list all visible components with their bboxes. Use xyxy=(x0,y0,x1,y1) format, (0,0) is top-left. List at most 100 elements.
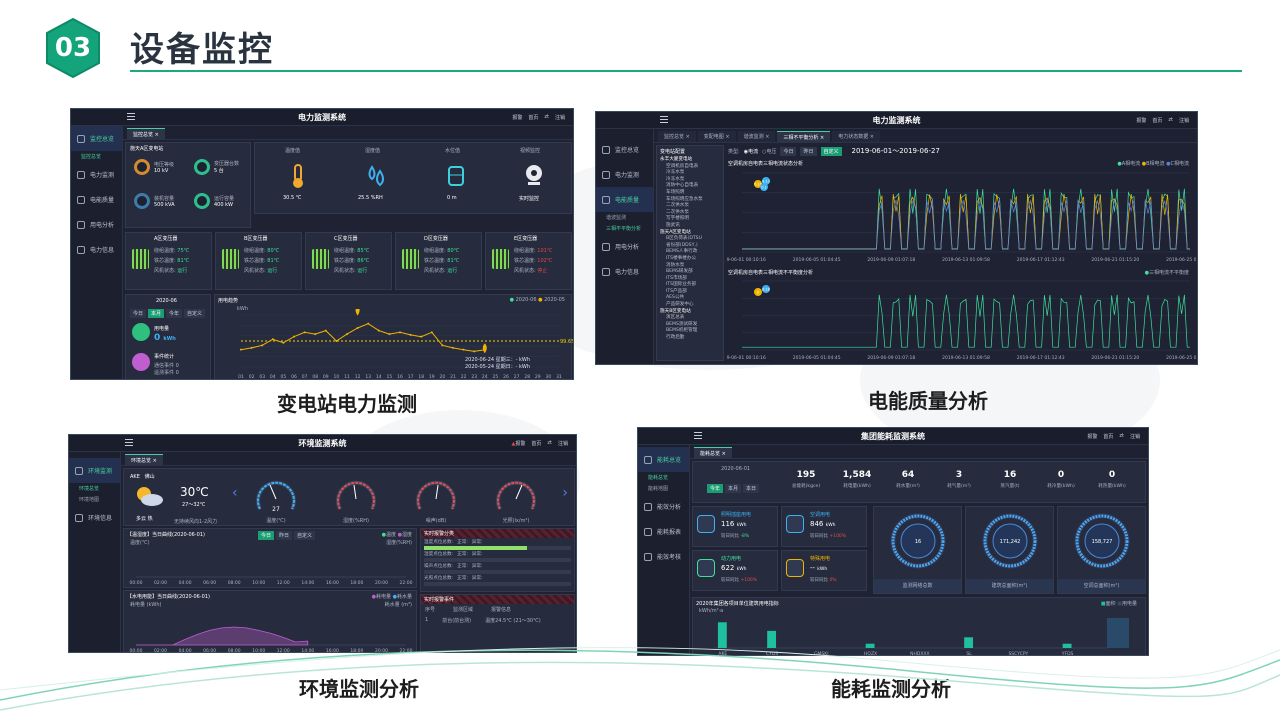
tab-overview[interactable]: 监控总览 × xyxy=(658,131,696,142)
period-month[interactable]: 本月 xyxy=(725,484,742,493)
alarm-link[interactable]: 报警 xyxy=(1087,433,1097,440)
tree-item[interactable]: 演区总表 xyxy=(657,315,723,322)
sidebar-item-analysis[interactable]: 能效分析 xyxy=(638,494,689,519)
next-arrow-icon[interactable]: › xyxy=(562,485,568,501)
energy-card[interactable]: 动力用电 622 kWh 较日同比 +100% xyxy=(692,550,778,591)
tree-item[interactable]: ITS国际业务部 xyxy=(657,282,723,289)
sidebar-subitem-overview[interactable]: 监控总览 xyxy=(71,151,122,162)
user-link[interactable]: zt xyxy=(1119,433,1124,440)
period-yesterday[interactable]: 昨日 xyxy=(276,531,293,540)
sidebar-subitem-map[interactable]: 环境地图 xyxy=(69,494,120,505)
tab-overview[interactable]: 环境总览 × xyxy=(125,454,163,465)
alarm-link[interactable]: 报警 xyxy=(512,114,522,121)
tab-diagram[interactable]: 变配电图 × xyxy=(697,131,736,142)
tab-imbalance[interactable]: 三相不平衡分析 × xyxy=(777,131,831,142)
energy-card[interactable]: 空调用电 846 kWh 较日同比 +100% xyxy=(781,506,867,547)
tree-item[interactable]: 行政后勤 xyxy=(657,335,723,342)
home-link[interactable]: 首页 xyxy=(1103,433,1113,440)
tree-item[interactable]: 永丰大厦变电站 xyxy=(657,157,723,164)
period-year[interactable]: 今年 xyxy=(707,484,724,493)
sidebar-item-info[interactable]: 电力信息 xyxy=(71,237,122,262)
sidebar-subitem-overview[interactable]: 能耗总览 xyxy=(638,472,689,483)
energy-card[interactable]: 照明插座用电 116 kWh 较日同比 -8% xyxy=(692,506,778,547)
data-point xyxy=(261,344,264,347)
period-yesterday[interactable]: 昨日 xyxy=(800,146,817,156)
tab-overview[interactable]: 监控总览 × xyxy=(127,128,165,139)
sidebar-item-analysis[interactable]: 用电分析 xyxy=(596,234,653,259)
info-icon xyxy=(75,513,83,522)
tree-item[interactable]: 写字楼照明 xyxy=(657,216,723,223)
tree-item[interactable]: BEMS研发部 xyxy=(657,269,723,276)
tree-item[interactable]: 产品研发中心 xyxy=(657,302,723,309)
sidebar-item-assessment[interactable]: 能效考核 xyxy=(638,544,689,569)
weather-range: 27～32℃ xyxy=(182,502,206,508)
sidebar-subitem-imbalance[interactable]: 三相不平衡分析 xyxy=(596,223,653,234)
transformer-row: A区变压器 绕组温度: 75℃ 铁芯温度: 81℃ 风机状态: 运行 B区变压器… xyxy=(125,232,573,290)
user-link[interactable]: zt xyxy=(544,114,549,121)
transformer-card[interactable]: B区变压器 绕组温度: 80℃ 铁芯温度: 81℃ 风机状态: 运行 xyxy=(215,232,302,290)
sidebar-item-info[interactable]: 电力信息 xyxy=(596,259,653,284)
user-link[interactable]: zt xyxy=(1168,117,1173,124)
tree-item[interactable]: ITS楼事楼办公 xyxy=(657,256,723,263)
sidebar-subitem-harmonic[interactable]: 谐波监测 xyxy=(596,212,653,223)
sidebar-item-quality[interactable]: 电能质量 xyxy=(596,187,653,212)
transformer-card[interactable]: A区变压器 绕组温度: 75℃ 铁芯温度: 81℃ 风机状态: 运行 xyxy=(125,232,212,290)
period-custom[interactable]: 自定义 xyxy=(820,146,842,156)
type-current-radio[interactable]: ◉电流 xyxy=(744,148,758,155)
sidebar-subitem-overview[interactable]: 环境总览 xyxy=(69,483,120,494)
transformer-card[interactable]: C区变压器 绕组温度: 85℃ 铁芯温度: 86℃ 风机状态: 运行 xyxy=(305,232,392,290)
data-point xyxy=(324,329,327,332)
tab-status[interactable]: 电力状态数据 × xyxy=(832,131,880,142)
tree-item[interactable]: B区负荷表(DTSU xyxy=(657,236,723,243)
tab-overview[interactable]: 能耗总览 × xyxy=(694,447,732,458)
lightning-icon xyxy=(786,559,804,577)
tree-item[interactable]: 消防中心自电表 xyxy=(657,183,723,190)
period-year[interactable]: 今年 xyxy=(166,309,183,318)
logout-link[interactable]: 注销 xyxy=(1130,433,1140,440)
tree-item[interactable]: 施武讯 xyxy=(657,223,723,230)
alarm-link[interactable]: 报警 xyxy=(1136,117,1146,124)
prev-arrow-icon[interactable]: ‹ xyxy=(232,485,238,501)
energy-card[interactable]: 特殊用电 -- kWh 较日同比 0% xyxy=(781,550,867,591)
sidebar-item-env[interactable]: 环境监测 xyxy=(69,458,120,483)
home-link[interactable]: 首页 xyxy=(531,440,541,447)
period-today[interactable]: 今日 xyxy=(258,531,275,540)
sidebar-item-overview[interactable]: 监控总览 xyxy=(71,126,122,151)
period-custom[interactable]: 自定义 xyxy=(184,309,206,318)
video-monitor-link[interactable]: 实时监控 xyxy=(519,195,539,202)
period-month[interactable]: 本月 xyxy=(148,309,165,318)
max-marker-icon xyxy=(355,309,360,316)
logout-link[interactable]: 注销 xyxy=(555,114,565,121)
logout-link[interactable]: 注销 xyxy=(558,440,568,447)
sidebar-item-power[interactable]: 电力监测 xyxy=(71,162,122,187)
transformer-card[interactable]: E区变压器 绕组温度: 101℃ 铁芯温度: 102℃ 风机状态: 停止 xyxy=(485,232,572,290)
type-voltage-radio[interactable]: ○电压 xyxy=(762,148,776,155)
transformer-card[interactable]: D区变压器 绕组温度: 80℃ 铁芯温度: 81℃ 风机状态: 运行 xyxy=(395,232,482,290)
tree-item[interactable]: 冷冻水泵 xyxy=(657,170,723,177)
period-today[interactable]: 今日 xyxy=(130,309,147,318)
top-bar: 环境监测系统 ▲报警 首页 zt 注销 xyxy=(69,435,576,452)
period-custom[interactable]: 自定义 xyxy=(294,531,316,540)
logout-link[interactable]: 注销 xyxy=(1179,117,1189,124)
tab-harmonic[interactable]: 谐波监测 × xyxy=(737,131,776,142)
tree-item[interactable]: 二次供水泵 xyxy=(657,203,723,210)
home-link[interactable]: 首页 xyxy=(1152,117,1162,124)
sidebar-item-overview[interactable]: 监控总览 xyxy=(596,137,653,162)
sidebar-item-info[interactable]: 环境信息 xyxy=(69,505,120,530)
value-marker-label: 0 xyxy=(757,291,759,295)
x-tick-label: 20 xyxy=(440,374,446,380)
period-today[interactable]: 今日 xyxy=(780,146,797,156)
period-day[interactable]: 本日 xyxy=(743,484,760,493)
sidebar-item-report[interactable]: 能耗报表 xyxy=(638,519,689,544)
sidebar-item-quality[interactable]: 电能质量 xyxy=(71,187,122,212)
tree-item[interactable]: 车场照明 xyxy=(657,190,723,197)
sidebar-subitem-map[interactable]: 能耗地图 xyxy=(638,483,689,494)
sidebar-item-overview[interactable]: 能耗总览 xyxy=(638,447,689,472)
alarm-link[interactable]: ▲报警 xyxy=(512,440,526,447)
home-link[interactable]: 首页 xyxy=(528,114,538,121)
chart2-title: 【水电用能】当日曲线(2020-06-01) xyxy=(127,594,210,600)
sidebar-item-power[interactable]: 电力监测 xyxy=(596,162,653,187)
tree-item[interactable]: BEMS人事行政 xyxy=(657,249,723,256)
sidebar-item-analysis[interactable]: 用电分析 xyxy=(71,212,122,237)
user-link[interactable]: zt xyxy=(547,440,552,447)
